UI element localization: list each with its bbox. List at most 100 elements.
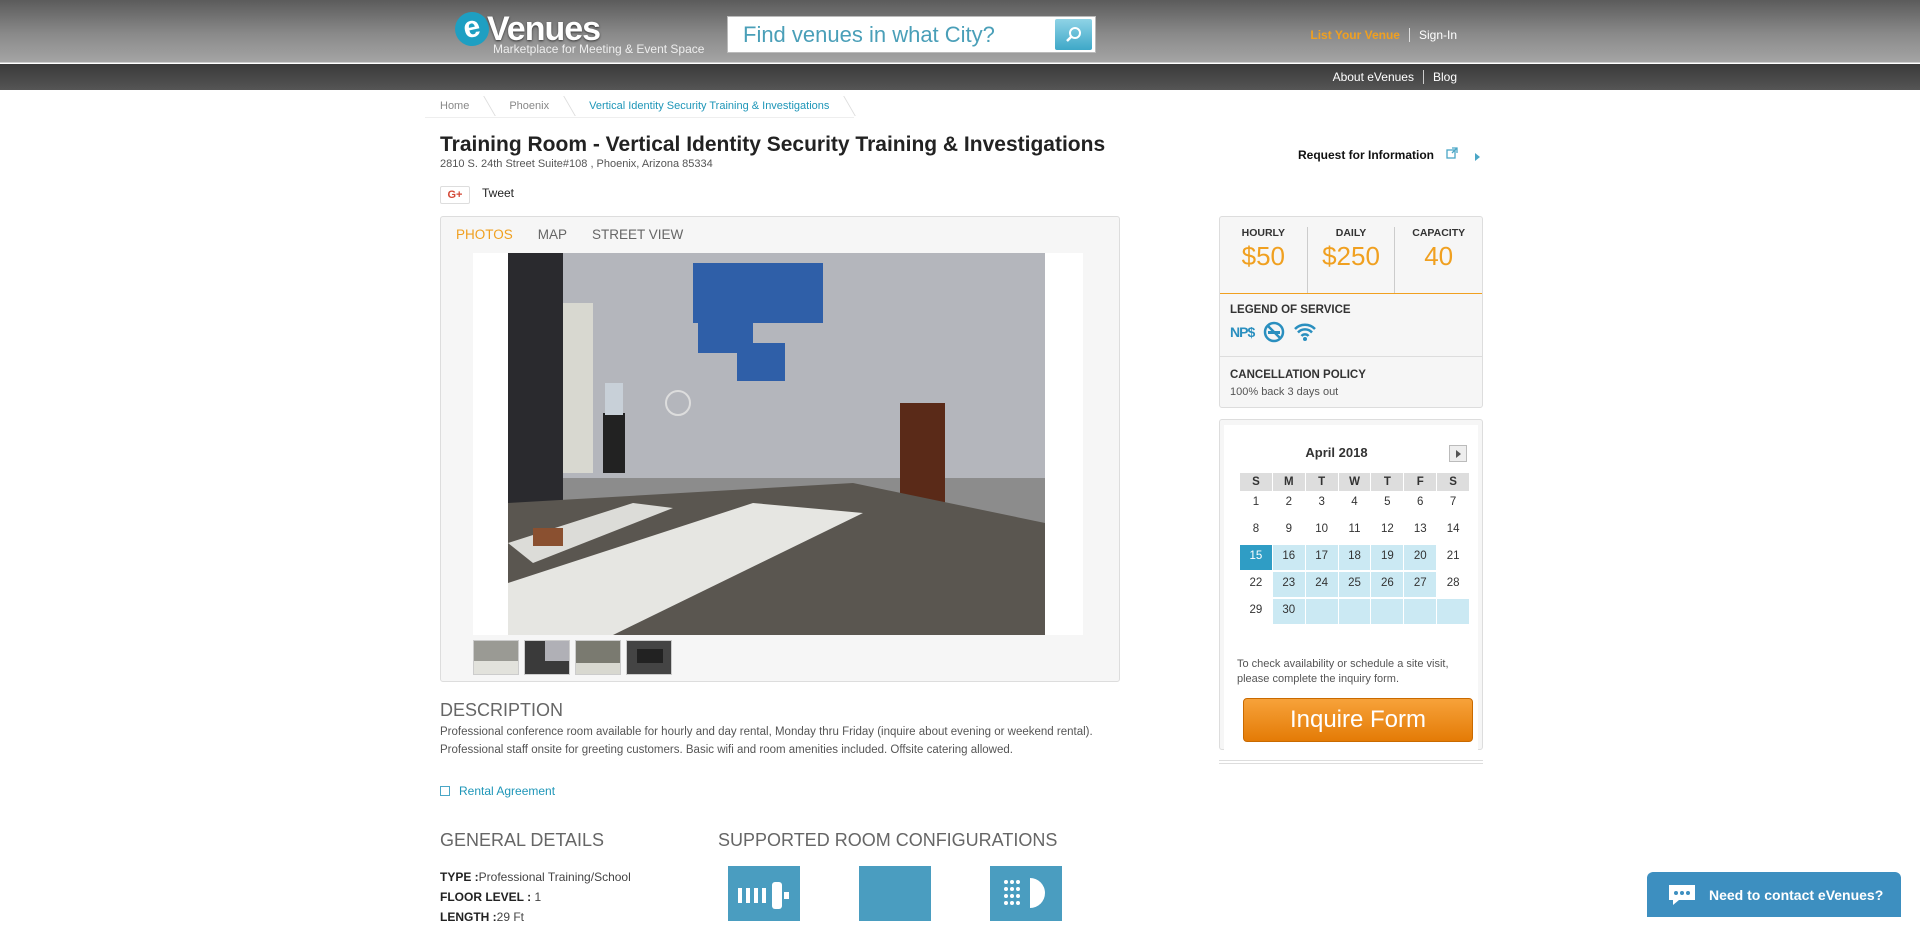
classroom-config-icon [728,866,800,921]
sub-links: About eVenues Blog [1324,70,1466,84]
search-icon [1065,26,1081,42]
calendar-day[interactable]: 23 [1272,572,1305,597]
calendar-weekday: S [1240,473,1272,491]
calendar-day: 12 [1380,523,1394,535]
price-row: HOURLY $50 DAILY $250 CAPACITY 40 [1220,217,1482,294]
hourly-price: HOURLY $50 [1241,227,1286,271]
calendar-day[interactable]: 30 [1272,599,1305,624]
sign-in-link[interactable]: Sign-In [1410,28,1466,42]
google-plus-button[interactable]: G+ [440,186,470,204]
room-configurations-heading: SUPPORTED ROOM CONFIGURATIONS [718,830,1058,850]
calendar-weekday: T [1305,473,1338,491]
calendar-day: 29 [1249,604,1263,616]
main-photo[interactable] [473,253,1083,635]
calendar-weekday: W [1338,473,1371,491]
thumbnail[interactable] [626,640,672,675]
blog-link[interactable]: Blog [1424,70,1466,84]
calendar-day[interactable]: 26 [1371,572,1404,597]
list-your-venue-link[interactable]: List Your Venue [1301,28,1410,42]
document-icon [440,786,450,796]
search-input[interactable] [728,17,1056,52]
calendar-day[interactable]: 16 [1272,545,1305,570]
calendar-day: 1 [1252,496,1260,508]
calendar-day[interactable]: 18 [1338,545,1371,570]
breadcrumb-city[interactable]: Phoenix [494,96,574,117]
pricing-panel: HOURLY $50 DAILY $250 CAPACITY 40 LEGEND OF… [1219,216,1483,408]
search-button[interactable] [1055,19,1092,50]
no-smoking-icon [1263,321,1285,343]
wifi-icon [1294,323,1317,341]
availability-calendar: April 2018 S M T W T F S 1 2 3 4 5 6 7 8 9 10 11 12 13 14 15 1… [1219,419,1483,753]
detail-type: TYPE :Professional Training/School [440,870,631,884]
photo-tabs: PHOTOS MAP STREET VIEW [456,227,683,242]
calendar-day: 2 [1285,496,1292,508]
tab-map[interactable]: MAP [538,227,567,242]
calendar-empty-cell [1404,599,1437,624]
calendar-day[interactable]: 20 [1404,545,1437,570]
detail-length: LENGTH :29 Ft [440,910,525,924]
calendar-grid: S M T W T F S 1 2 3 4 5 6 7 8 9 10 11 12 13 14 15 16 17 18 19 20 21… [1240,473,1470,626]
calendar-day: 21 [1446,550,1460,562]
inquire-form-button[interactable]: Inquire Form [1243,698,1473,742]
calendar-weekday: F [1404,473,1437,491]
calendar-day[interactable]: 15 [1240,545,1272,570]
calendar-empty-cell [1437,599,1470,624]
breadcrumb-home[interactable]: Home [425,96,494,117]
service-icons: NP$ [1230,321,1472,343]
tab-photos[interactable]: PHOTOS [456,227,513,242]
thumbnail[interactable] [575,640,621,675]
sub-navbar [0,64,1920,90]
photo-gallery: PHOTOS MAP STREET VIEW [440,216,1120,682]
calendar-weekday: S [1437,473,1470,491]
thumbnail[interactable] [524,640,570,675]
calendar-day: 14 [1446,523,1460,535]
calendar-day: 5 [1384,496,1391,508]
tab-street-view[interactable]: STREET VIEW [592,227,683,242]
calendar-day: 10 [1315,523,1329,535]
calendar-day[interactable]: 24 [1305,572,1338,597]
room-photo [508,253,1045,635]
daily-price: DAILY $250 [1306,227,1395,293]
calendar-inner: April 2018 S M T W T F S 1 2 3 4 5 6 7 8 9 10 11 12 13 14 15 1… [1224,425,1478,753]
sidebar-divider [1219,760,1483,764]
general-details: TYPE :Professional Training/School FLOOR… [440,867,631,927]
calendar-day: 7 [1449,496,1457,508]
about-link[interactable]: About eVenues [1324,70,1424,84]
calendar-next-button[interactable] [1449,445,1467,462]
calendar-weekday: T [1371,473,1404,491]
top-links: List Your Venue Sign-In [1301,28,1466,42]
calendar-day: 22 [1249,577,1263,589]
calendar-day: 8 [1252,523,1260,535]
evenues-logo[interactable]: e Venues Marketplace for Meeting & Event… [451,8,704,58]
nps-icon: NP$ [1230,324,1255,340]
logo-tagline: Marketplace for Meeting & Event Space [493,42,705,56]
calendar-month: April 2018 [1305,445,1368,460]
calendar-day: 3 [1318,496,1325,508]
boardroom-config-icon [859,866,931,921]
description-heading: DESCRIPTION [440,700,564,720]
calendar-day: 13 [1413,523,1427,535]
detail-floor: FLOOR LEVEL : 1 [440,890,542,904]
legend-of-service: LEGEND OF SERVICE NP$ [1220,294,1482,357]
calendar-empty-cell [1371,599,1404,624]
calendar-day[interactable]: 19 [1371,545,1404,570]
external-link-icon [1446,147,1458,159]
rental-agreement-link[interactable]: Rental Agreement [440,784,555,798]
calendar-day: 28 [1446,577,1460,589]
request-info-link[interactable]: Request for Information [1298,148,1434,162]
calendar-day[interactable]: 27 [1404,572,1437,597]
contact-chat-widget[interactable]: Need to contact eVenues? [1647,872,1901,917]
description-text: Professional conference room available f… [440,726,1093,756]
rental-agreement-label: Rental Agreement [459,784,556,798]
tweet-button[interactable]: Tweet [482,186,514,200]
cancellation-policy: CANCELLATION POLICY 100% back 3 days out [1230,369,1366,398]
calendar-day: 4 [1351,496,1358,508]
calendar-day: 11 [1348,523,1361,535]
calendar-day: 6 [1417,496,1424,508]
breadcrumb-venue[interactable]: Vertical Identity Security Training & In… [574,96,854,117]
calendar-empty-cell [1305,599,1338,624]
thumbnail[interactable] [473,640,519,675]
breadcrumb: Home Phoenix Vertical Identity Security … [425,96,855,118]
calendar-day[interactable]: 17 [1305,545,1338,570]
calendar-day[interactable]: 25 [1338,572,1371,597]
